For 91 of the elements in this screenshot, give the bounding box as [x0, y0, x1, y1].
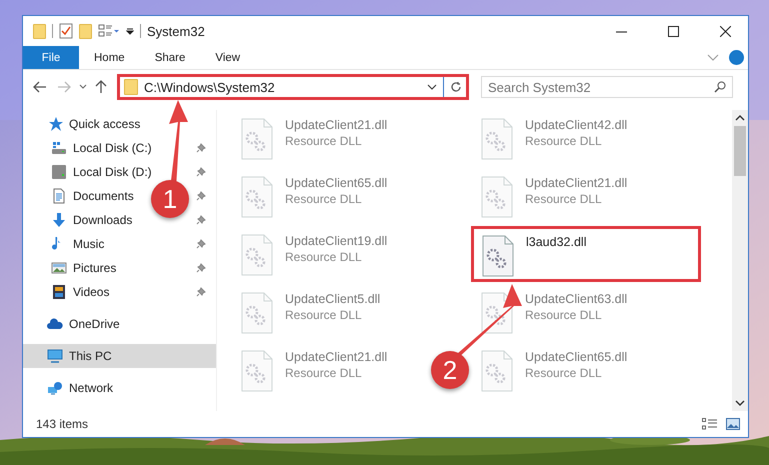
- expand-ribbon-icon[interactable]: [707, 54, 719, 62]
- gear-file-icon: [241, 292, 273, 334]
- file-name: UpdateClient63.dll: [525, 292, 628, 306]
- ribbon-tab[interactable]: Home: [79, 46, 140, 69]
- file-type: Resource DLL: [525, 192, 603, 206]
- sidebar-item[interactable]: OneDrive: [23, 312, 216, 336]
- gear-file-icon: [481, 176, 513, 218]
- network-icon: [47, 380, 63, 396]
- star-icon: [47, 116, 63, 132]
- file-item[interactable]: UpdateClient21.dll Resource DLL: [231, 110, 398, 166]
- cloud-icon: [47, 316, 63, 332]
- gear-file-icon: [481, 118, 513, 160]
- details-view-icon[interactable]: [702, 418, 718, 430]
- file-type: Resource DLL: [285, 192, 363, 206]
- pc-icon: [47, 348, 63, 364]
- gear-file-icon: [241, 176, 273, 218]
- sidebar-item[interactable]: Downloads: [23, 208, 136, 232]
- file-item[interactable]: UpdateClient21.dll Resource DLL: [231, 342, 398, 398]
- sidebar-item[interactable]: Quick access: [23, 112, 216, 136]
- scroll-down-icon[interactable]: [735, 399, 745, 407]
- large-icons-view-icon[interactable]: [726, 418, 740, 430]
- file-item[interactable]: l3aud32.dll: [471, 226, 701, 282]
- search-field[interactable]: Search System32: [481, 76, 733, 98]
- address-bar[interactable]: C:\Windows\System32: [117, 74, 469, 100]
- gear-file-icon: [482, 235, 514, 277]
- sidebar-item[interactable]: Local Disk (C:): [23, 136, 156, 160]
- file-type: Resource DLL: [285, 134, 363, 148]
- gear-file-icon: [241, 118, 273, 160]
- ribbon-tab[interactable]: Share: [140, 46, 200, 69]
- file-name: l3aud32.dll: [526, 235, 586, 249]
- pin-icon[interactable]: [196, 143, 206, 153]
- pictures-icon: [51, 260, 67, 276]
- file-menu-tab[interactable]: File: [23, 46, 79, 69]
- back-icon[interactable]: [33, 81, 47, 93]
- close-icon: [720, 26, 730, 36]
- file-type: Resource DLL: [285, 250, 363, 264]
- scroll-up-icon[interactable]: [735, 114, 745, 122]
- folder-icon: [124, 79, 138, 95]
- file-type: Resource DLL: [525, 366, 603, 380]
- pin-icon[interactable]: [196, 191, 206, 201]
- sidebar-item[interactable]: Videos: [23, 280, 114, 304]
- file-name: UpdateClient5.dll: [285, 292, 380, 306]
- view-options-icon[interactable]: [98, 23, 120, 39]
- sidebar-item[interactable]: Documents: [23, 184, 138, 208]
- file-name: UpdateClient21.dll: [285, 118, 388, 132]
- address-path: C:\Windows\System32: [144, 80, 276, 94]
- dropdown-icon[interactable]: [427, 84, 437, 90]
- file-name: UpdateClient21.dll: [525, 176, 628, 190]
- file-type: Resource DLL: [525, 308, 603, 322]
- file-item[interactable]: UpdateClient19.dll Resource DLL: [231, 226, 398, 282]
- pin-icon[interactable]: [196, 287, 206, 297]
- file-item[interactable]: UpdateClient65.dll Resource DLL: [471, 342, 638, 398]
- item-count: 143 items: [36, 417, 88, 431]
- up-icon[interactable]: [95, 80, 107, 94]
- doc-icon: [51, 188, 67, 204]
- file-name: UpdateClient65.dll: [525, 350, 628, 364]
- pin-icon[interactable]: [196, 215, 206, 225]
- gear-file-icon: [241, 234, 273, 276]
- ribbon-tab[interactable]: View: [200, 46, 256, 69]
- file-type: Resource DLL: [285, 308, 363, 322]
- disk-c-icon: [51, 140, 67, 156]
- pin-icon[interactable]: [196, 239, 206, 249]
- help-icon[interactable]: [729, 50, 744, 65]
- search-icon: [714, 81, 726, 93]
- sidebar-item[interactable]: Pictures: [23, 256, 120, 280]
- file-name: UpdateClient42.dll: [525, 118, 628, 132]
- file-name: UpdateClient19.dll: [285, 234, 388, 248]
- file-name: UpdateClient65.dll: [285, 176, 388, 190]
- file-type: Resource DLL: [525, 134, 603, 148]
- file-name: UpdateClient21.dll: [285, 350, 388, 364]
- pin-icon[interactable]: [196, 263, 206, 273]
- properties-icon[interactable]: [59, 23, 73, 39]
- gear-file-icon: [481, 350, 513, 392]
- recent-locations-icon[interactable]: [79, 84, 87, 90]
- pin-icon[interactable]: [196, 167, 206, 177]
- refresh-icon[interactable]: [450, 81, 462, 93]
- gear-file-icon: [241, 350, 273, 392]
- file-item[interactable]: UpdateClient21.dll Resource DLL: [471, 168, 638, 224]
- sidebar-item[interactable]: Music: [23, 232, 108, 256]
- file-item[interactable]: UpdateClient42.dll Resource DLL: [471, 110, 638, 166]
- video-icon: [51, 284, 67, 300]
- file-item[interactable]: UpdateClient5.dll Resource DLL: [231, 284, 390, 340]
- file-type: Resource DLL: [285, 366, 363, 380]
- window-title: System32: [147, 24, 205, 38]
- maximize-icon: [668, 26, 678, 36]
- file-item[interactable]: UpdateClient65.dll Resource DLL: [231, 168, 398, 224]
- sidebar-item[interactable]: Network: [23, 376, 216, 400]
- sidebar-item[interactable]: This PC: [23, 344, 216, 368]
- download-icon: [51, 212, 67, 228]
- scroll-thumb[interactable]: [734, 126, 746, 176]
- customize-caret-icon[interactable]: [126, 27, 134, 35]
